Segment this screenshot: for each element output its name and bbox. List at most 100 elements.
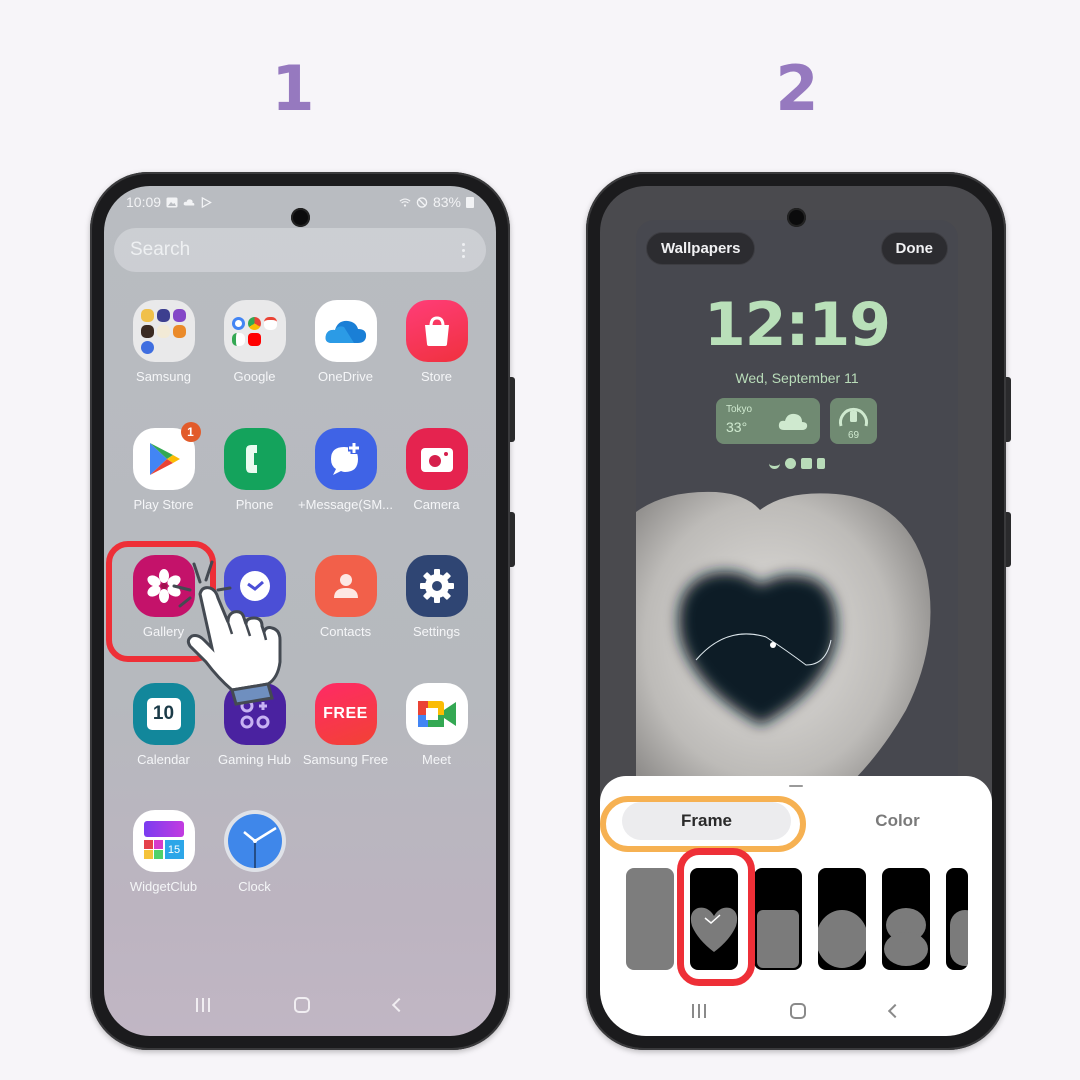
battery-widget[interactable]: 69 bbox=[830, 398, 877, 444]
phone-icon bbox=[223, 427, 286, 490]
app-onedrive[interactable]: OneDrive bbox=[300, 300, 391, 428]
recents-icon[interactable] bbox=[196, 998, 210, 1012]
samsung-folder-icon bbox=[132, 300, 195, 362]
app-label: Clock bbox=[238, 879, 271, 894]
frame-option-circle[interactable] bbox=[818, 868, 866, 970]
search-input[interactable]: Search bbox=[130, 239, 462, 261]
app-samsung-folder[interactable]: Samsung bbox=[118, 300, 209, 428]
play-store-icon: 1 bbox=[132, 421, 201, 490]
notification-badge: 1 bbox=[180, 421, 201, 442]
google-meet-icon bbox=[405, 682, 468, 745]
app-label: Camera bbox=[413, 496, 460, 512]
frame-option-rounded-square[interactable] bbox=[754, 868, 802, 970]
back-icon[interactable] bbox=[391, 997, 407, 1013]
step-number-2: 2 bbox=[775, 52, 819, 125]
volume-button bbox=[510, 377, 515, 442]
cloud-icon bbox=[183, 198, 195, 205]
app-play-store[interactable]: 1 Play Store bbox=[118, 421, 209, 556]
clock-icon bbox=[223, 810, 286, 872]
frame-option-double-circle[interactable] bbox=[882, 868, 930, 970]
status-time: 10:09 bbox=[126, 194, 162, 210]
navigation-bar bbox=[600, 996, 992, 1026]
battery-percent: 83% bbox=[432, 194, 461, 210]
camera-icon bbox=[405, 427, 468, 490]
home-icon[interactable] bbox=[790, 1003, 806, 1019]
app-label: Samsung Free bbox=[302, 751, 389, 767]
app-label: WidgetClub bbox=[129, 879, 198, 894]
back-icon[interactable] bbox=[887, 1003, 903, 1019]
app-label: Contacts bbox=[319, 624, 372, 639]
do-not-disturb-icon bbox=[416, 196, 428, 208]
power-button bbox=[1006, 512, 1011, 567]
message-icon bbox=[785, 458, 796, 469]
contacts-person-icon bbox=[314, 555, 377, 617]
weather-city: Tokyo bbox=[726, 404, 753, 415]
app-label: Google bbox=[233, 369, 276, 384]
app-contacts[interactable]: Contacts bbox=[300, 555, 391, 683]
app-phone[interactable]: Phone bbox=[209, 427, 300, 556]
galaxy-store-icon bbox=[405, 300, 468, 362]
app-samsung-free[interactable]: FREE Samsung Free bbox=[300, 682, 391, 811]
navigation-bar bbox=[104, 990, 496, 1020]
app-widgetclub[interactable]: 15 WidgetClub bbox=[118, 810, 209, 938]
more-vertical-icon[interactable] bbox=[462, 242, 466, 258]
heart-frame-highlight bbox=[677, 848, 755, 986]
battery-value: 69 bbox=[847, 430, 860, 441]
missed-call-icon bbox=[769, 458, 780, 469]
app-store[interactable]: Store bbox=[391, 300, 482, 428]
tab-color[interactable]: Color bbox=[813, 796, 982, 846]
frame-bottom-sheet: Frame Color bbox=[600, 776, 992, 1036]
app-label: Play Store bbox=[133, 496, 194, 512]
volume-button bbox=[1006, 377, 1011, 442]
app-camera[interactable]: Camera bbox=[391, 427, 482, 556]
frame-option-none[interactable] bbox=[626, 868, 674, 970]
app-label: Samsung bbox=[136, 369, 191, 384]
front-camera bbox=[787, 208, 806, 227]
front-camera bbox=[291, 208, 310, 227]
onedrive-icon bbox=[314, 300, 377, 362]
app-label: Settings bbox=[413, 624, 460, 639]
app-message[interactable]: +Message(SM... bbox=[298, 427, 393, 556]
google-folder-icon bbox=[223, 300, 286, 362]
app-settings[interactable]: Settings bbox=[391, 555, 482, 683]
tutorial-canvas: 1 2 10:09 83% Search Samsung Google OneD… bbox=[0, 0, 1080, 1080]
sheet-drag-handle[interactable] bbox=[789, 785, 803, 787]
battery-icon bbox=[466, 197, 474, 208]
home-icon[interactable] bbox=[294, 997, 310, 1013]
app-drawer-screen: 10:09 83% Search Samsung Google OneDrive… bbox=[104, 186, 496, 1036]
message-plus-icon bbox=[314, 427, 377, 490]
battery-gauge-icon bbox=[839, 408, 868, 427]
step-number-1: 1 bbox=[271, 52, 315, 125]
sim-icon bbox=[817, 458, 825, 469]
widgetclub-icon: 15 bbox=[132, 810, 195, 872]
weather-temp: 33° bbox=[726, 419, 748, 435]
cloud-icon bbox=[778, 413, 808, 430]
lockscreen-clock[interactable]: 12:19 bbox=[636, 290, 958, 360]
lockscreen-preview: Wallpapers Done 12:19 Wed, September 11 … bbox=[636, 220, 958, 840]
app-label: Gaming Hub bbox=[218, 751, 291, 767]
app-label: Calendar bbox=[137, 751, 190, 767]
app-clock[interactable]: Clock bbox=[209, 810, 300, 938]
wifi-icon bbox=[399, 198, 411, 207]
notification-icons bbox=[636, 458, 958, 469]
app-search-bar[interactable]: Search bbox=[114, 228, 486, 272]
wallpapers-button[interactable]: Wallpapers bbox=[646, 232, 756, 265]
weather-widget[interactable]: Tokyo 33° bbox=[716, 398, 820, 444]
recents-icon[interactable] bbox=[692, 1004, 706, 1018]
app-label: Meet bbox=[422, 751, 451, 767]
widgetclub-date: 15 bbox=[164, 840, 184, 859]
settings-gear-icon bbox=[405, 555, 468, 617]
app-google-folder[interactable]: Google bbox=[209, 300, 300, 428]
app-label: OneDrive bbox=[318, 369, 373, 384]
email-icon bbox=[801, 458, 812, 469]
lockscreen-editor-screen: Wallpapers Done 12:19 Wed, September 11 … bbox=[600, 186, 992, 1036]
app-meet[interactable]: Meet bbox=[391, 682, 482, 811]
lockscreen-date: Wed, September 11 bbox=[735, 370, 859, 386]
app-label: Store bbox=[420, 369, 453, 384]
phone-1-frame: 10:09 83% Search Samsung Google OneDrive… bbox=[90, 172, 515, 1050]
frame-tab-highlight bbox=[600, 796, 806, 852]
power-button bbox=[510, 512, 515, 567]
frame-option-pill[interactable] bbox=[946, 868, 968, 970]
tapping-hand-icon bbox=[172, 560, 282, 706]
done-button[interactable]: Done bbox=[880, 232, 948, 265]
